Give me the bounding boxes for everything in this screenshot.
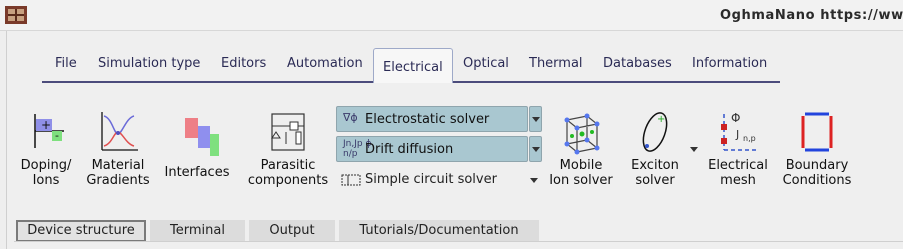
svg-text:-: - [55, 129, 59, 142]
material-gradients-button[interactable]: Material Gradients [85, 106, 151, 188]
electrical-mesh-button[interactable]: Φ J n,p Electrical mesh [704, 106, 772, 188]
tab-terminal[interactable]: Terminal [150, 220, 245, 242]
parasitic-label-1: Parasitic [260, 158, 316, 173]
tab-optical[interactable]: Optical [463, 56, 509, 71]
tab-tutorials-documentation[interactable]: Tutorials/Documentation [339, 220, 539, 242]
tab-databases[interactable]: Databases [603, 56, 672, 71]
svg-text:+: + [41, 118, 51, 132]
chevron-down-icon [530, 178, 538, 183]
tab-automation[interactable]: Automation [287, 56, 363, 71]
simple-circuit-icon [341, 174, 361, 186]
tab-device-structure[interactable]: Device structure [16, 220, 146, 242]
interfaces-icon [185, 118, 219, 156]
tab-editors[interactable]: Editors [221, 56, 266, 71]
tab-output[interactable]: Output [249, 220, 335, 242]
tab-file[interactable]: File [55, 56, 77, 71]
doping-icon: + - [34, 114, 64, 148]
simple-circuit-label: Simple circuit solver [365, 172, 497, 187]
exciton-solver-button[interactable]: + Exciton solver [626, 106, 684, 188]
window-title: OghmaNano https://www.o [720, 8, 903, 23]
electrostatic-dropdown-button[interactable] [529, 106, 542, 132]
tab-electrical[interactable]: Electrical [373, 48, 453, 83]
tab-information[interactable]: Information [692, 56, 767, 71]
drift-diffusion-combo[interactable]: Jn,Jp ϕ n/p Drift diffusion [336, 136, 528, 162]
exciton-label-1: Exciton [631, 158, 679, 173]
mobile-ion-solver-button[interactable]: Mobile Ion solver [548, 106, 614, 188]
boundary-icon [801, 112, 833, 152]
boundary-conditions-button[interactable]: Boundary Conditions [780, 106, 854, 188]
exciton-icon: + [642, 112, 668, 152]
interfaces-button[interactable]: Interfaces [163, 106, 231, 180]
mobile-label-1: Mobile [559, 158, 603, 173]
material-label-2: Gradients [86, 173, 150, 188]
doping-label-1: Doping/ [20, 158, 72, 173]
parasitic-components-button[interactable]: Parasitic components [246, 106, 330, 188]
interfaces-label: Interfaces [164, 165, 230, 180]
drift-dropdown-button[interactable] [529, 136, 542, 162]
phi-icon: ∇ϕ [343, 111, 358, 124]
boundary-label-2: Conditions [782, 173, 852, 188]
electrostatic-solver-label: Electrostatic solver [365, 112, 490, 127]
app-icon [5, 6, 27, 24]
crystal-lattice-icon [564, 113, 600, 155]
mesh-icon: Φ J n,p [721, 111, 756, 151]
bottom-divider [14, 241, 903, 242]
boundary-label-1: Boundary [785, 158, 849, 173]
circuit-icon [271, 113, 305, 151]
simple-circuit-combo[interactable]: Simple circuit solver [336, 170, 542, 192]
material-gradient-icon [101, 112, 138, 151]
svg-text:Φ: Φ [731, 111, 740, 125]
drift-diffusion-label: Drift diffusion [365, 142, 454, 157]
mobile-label-2: Ion solver [549, 173, 613, 188]
exciton-label-2: solver [635, 173, 675, 188]
parasitic-label-2: components [247, 173, 329, 188]
material-label-1: Material [91, 158, 145, 173]
svg-text:n,p: n,p [743, 134, 756, 143]
tab-simulation-type[interactable]: Simulation type [98, 56, 200, 71]
title-bar: OghmaNano https://www.o [0, 0, 903, 31]
doping-label-2: Ions [32, 173, 60, 188]
tab-thermal[interactable]: Thermal [529, 56, 583, 71]
mesh-label-2: mesh [720, 173, 756, 188]
exciton-dropdown-button[interactable] [690, 147, 698, 152]
doping-ions-button[interactable]: + - Doping/ Ions [18, 106, 74, 188]
electrostatic-solver-combo[interactable]: ∇ϕ Electrostatic solver [336, 106, 528, 132]
svg-text:+: + [657, 114, 665, 125]
mesh-label-1: Electrical [708, 158, 768, 173]
svg-text:J: J [735, 128, 739, 141]
